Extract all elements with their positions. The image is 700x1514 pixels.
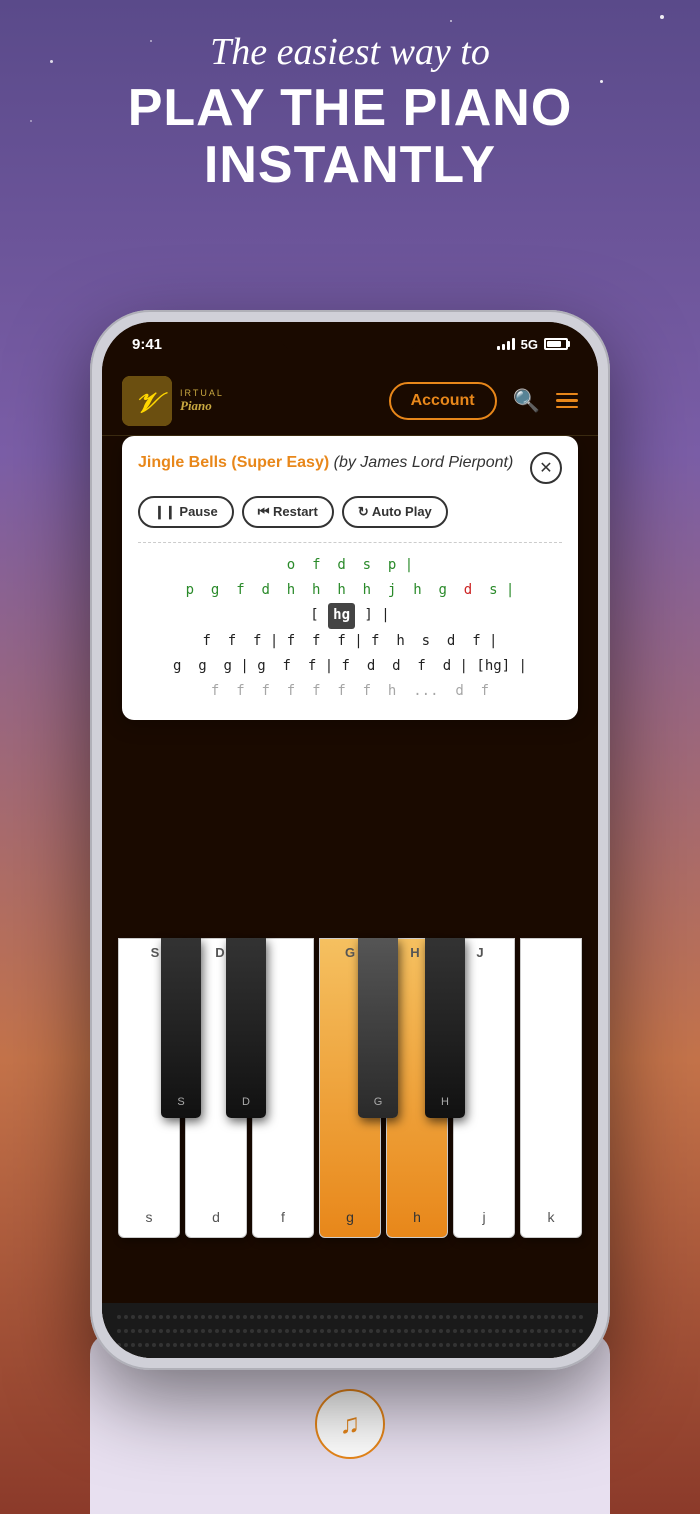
signal-bar-1 <box>497 346 500 350</box>
signal-bar-4 <box>512 338 515 350</box>
notes-line-2-red: d <box>464 582 472 598</box>
white-key-s-label: s <box>146 1209 153 1225</box>
menu-icon[interactable] <box>556 393 578 409</box>
phone-frame: 9:41 5G <box>90 310 610 1370</box>
notes-container: o f d s p | p g f d h h h h j h g d s | … <box>138 553 562 704</box>
music-note-button[interactable]: ♫ <box>315 1389 385 1459</box>
black-key-df[interactable]: D <box>226 938 266 1118</box>
white-key-f-label: f <box>281 1209 285 1225</box>
black-key-hj[interactable]: H <box>425 938 465 1118</box>
hero-tagline: The easiest way to <box>0 30 700 76</box>
app-logo-icon: 𝒱 <box>122 376 172 426</box>
notes-line-4: f f f | f f f | f h s d f | <box>142 629 558 654</box>
logo-text: IRTUAL Piano <box>180 388 224 414</box>
hero-line1: PLAY THE PIANO <box>0 80 700 137</box>
menu-line-2 <box>556 399 578 402</box>
menu-line-3 <box>556 406 578 409</box>
song-title-colored: Jingle Bells (Super Easy) <box>138 454 329 471</box>
white-key-j-label: j <box>482 1209 485 1225</box>
notes-line-2: p g f d h h h h j h g d s | <box>142 578 558 603</box>
logo-virtual-text: IRTUAL <box>180 388 224 398</box>
notes-line-2-green: p g f d h h h h j h g <box>186 582 464 598</box>
white-keys-container: s d f g h <box>117 938 583 1278</box>
piano-section: s d f g h <box>102 928 598 1358</box>
phone-screen: 9:41 5G <box>102 322 598 1358</box>
sheet-divider <box>138 542 562 543</box>
status-time: 9:41 <box>132 336 162 353</box>
black-key-sd-label: S <box>177 1096 184 1108</box>
sheet-panel: Jingle Bells (Super Easy) (by James Lord… <box>122 436 578 720</box>
white-key-g-label: g <box>346 1209 354 1225</box>
restart-button[interactable]: ⏮ Restart <box>242 496 334 528</box>
bracket-close: ] | <box>356 607 390 623</box>
notes-line-2-end: s | <box>472 582 514 598</box>
notes-line-4-text: f f f | f f f | f h s d f | <box>202 633 497 649</box>
autoplay-button[interactable]: ↻ Auto Play <box>342 496 448 528</box>
playback-controls: ❙❙ Pause ⏮ Restart ↻ Auto Play <box>138 496 562 528</box>
battery-icon <box>544 338 568 350</box>
notes-line-3: [ hg ] | <box>142 603 558 628</box>
hero-section: The easiest way to PLAY THE PIANO INSTAN… <box>0 30 700 194</box>
app-header: 𝒱 IRTUAL Piano Account 🔍 <box>102 366 598 436</box>
black-key-sd[interactable]: S <box>161 938 201 1118</box>
notes-line-5-text: g g g | g f f | f d d f d | [hg] | <box>173 658 527 674</box>
black-key-hj-label: H <box>441 1096 449 1108</box>
network-type: 5G <box>521 337 538 352</box>
notes-line-1: o f d s p | <box>142 553 558 578</box>
logo-area: 𝒱 IRTUAL Piano <box>122 376 224 426</box>
white-key-h-label: h <box>413 1209 421 1225</box>
account-button[interactable]: Account <box>389 382 497 420</box>
phone-notch <box>280 322 420 352</box>
battery-tip <box>568 341 570 347</box>
song-title-rest: (by James Lord Pierpont) <box>329 454 513 471</box>
menu-line-1 <box>556 393 578 396</box>
piano-bottom-strip: // Generate dots via JS after page load <box>102 1303 598 1358</box>
pause-button[interactable]: ❙❙ Pause <box>138 496 234 528</box>
logo-piano-text: Piano <box>180 398 224 414</box>
notes-line-1-text: o f d s p | <box>287 557 413 573</box>
bracket-open: [ <box>310 607 327 623</box>
highlighted-hg: hg <box>328 603 355 628</box>
notes-line-6: f f f f f f f h ... d f <box>142 679 558 704</box>
black-key-df-label: D <box>242 1096 250 1108</box>
notes-line-5: g g g | g f f | f d d f d | [hg] | <box>142 654 558 679</box>
search-icon[interactable]: 🔍 <box>513 388 540 414</box>
white-key-k[interactable]: k <box>520 938 582 1238</box>
piano-keyboard: s d f g h <box>102 938 598 1278</box>
status-icons: 5G <box>497 337 568 352</box>
signal-bar-3 <box>507 341 510 350</box>
signal-bar-2 <box>502 344 505 350</box>
white-key-k-label: k <box>548 1209 555 1225</box>
signal-bars <box>497 338 515 350</box>
battery-fill <box>547 341 561 347</box>
black-key-gh[interactable]: G <box>358 938 398 1118</box>
black-key-gh-label: G <box>374 1096 383 1108</box>
song-title: Jingle Bells (Super Easy) (by James Lord… <box>138 452 520 474</box>
header-right: Account 🔍 <box>389 382 578 420</box>
hero-line2: INSTANTLY <box>0 137 700 194</box>
notes-line-6-text: f f f f f f f h ... d f <box>211 683 489 699</box>
white-key-d-label: d <box>212 1209 220 1225</box>
sheet-header: Jingle Bells (Super Easy) (by James Lord… <box>138 452 562 484</box>
close-sheet-button[interactable]: ✕ <box>530 452 562 484</box>
